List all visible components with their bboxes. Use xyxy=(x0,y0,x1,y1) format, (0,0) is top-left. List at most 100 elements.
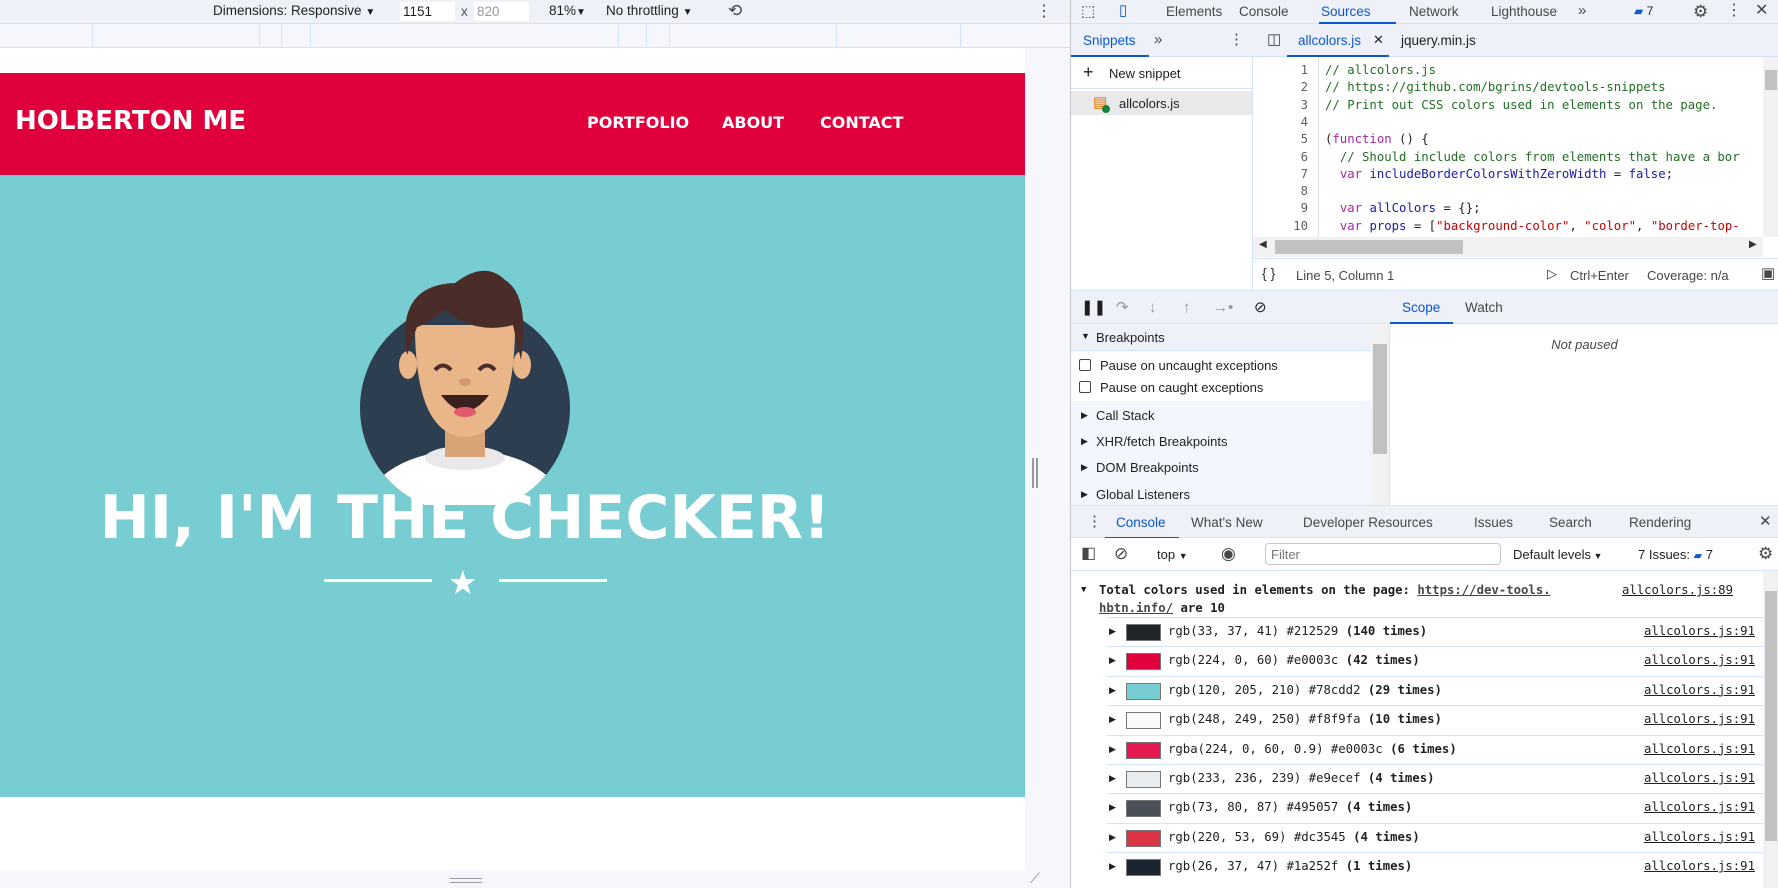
tab-console[interactable]: Console xyxy=(1239,0,1289,23)
vertical-scrollbar[interactable] xyxy=(1763,57,1778,237)
drawer-tab-developer-resources[interactable]: Developer Resources xyxy=(1303,511,1433,534)
nav-portfolio[interactable]: PORTFOLIO xyxy=(587,113,689,132)
group-source-link[interactable]: allcolors.js:89 xyxy=(1622,581,1733,599)
height-input[interactable]: 820 xyxy=(474,2,529,21)
expand-arrow-icon[interactable]: ▶ xyxy=(1109,655,1116,666)
drawer-tab-rendering[interactable]: Rendering xyxy=(1629,511,1691,534)
inspect-element-icon[interactable]: ⬚ xyxy=(1081,4,1095,19)
console-color-row[interactable]: ▶ rgb(33, 37, 41) #212529 (140 times) al… xyxy=(1107,617,1763,646)
console-color-row[interactable]: ▶ rgba(224, 0, 60, 0.9) #e0003c (6 times… xyxy=(1107,734,1763,764)
run-snippet-icon[interactable]: ▷ xyxy=(1547,267,1557,280)
close-drawer-icon[interactable]: ✕ xyxy=(1759,514,1772,529)
corner-resize-icon[interactable]: ⟋ xyxy=(1030,870,1040,887)
source-link[interactable]: allcolors.js:91 xyxy=(1644,683,1755,697)
resize-handle-bottom[interactable] xyxy=(450,878,482,883)
deactivate-breakpoints-icon[interactable]: ⊘ xyxy=(1254,300,1267,315)
line-number[interactable]: 1 xyxy=(1268,63,1308,77)
clear-console-icon[interactable]: ⊘ xyxy=(1114,545,1128,562)
line-number[interactable]: 6 xyxy=(1268,150,1308,164)
resize-bar-bottom[interactable]: ⟋ xyxy=(0,870,1070,888)
settings-gear-icon[interactable]: ⚙ xyxy=(1693,3,1708,20)
more-vert-icon[interactable]: ⋮ xyxy=(1087,514,1102,529)
expand-arrow-icon[interactable]: ▶ xyxy=(1109,626,1116,637)
expand-arrow-icon[interactable]: ▶ xyxy=(1109,685,1116,696)
tab-elements[interactable]: Elements xyxy=(1166,0,1222,23)
console-color-row[interactable]: ▶ rgb(233, 236, 239) #e9ecef (4 times) a… xyxy=(1107,764,1763,793)
console-sidebar-icon[interactable]: ◧ xyxy=(1081,546,1096,562)
step-over-icon[interactable]: ↷ xyxy=(1116,300,1129,315)
drawer-tab-console[interactable]: Console xyxy=(1116,511,1166,534)
device-toggle-icon[interactable]: ▯ xyxy=(1119,3,1127,18)
code-area[interactable]: 1 // allcolors.js 2 // https://github.com/b… xyxy=(1253,57,1763,237)
more-vert-icon[interactable]: ⋮ xyxy=(1229,32,1244,47)
console-color-row[interactable]: ▶ rgb(248, 249, 250) #f8f9fa (10 times) … xyxy=(1107,705,1763,734)
source-link[interactable]: allcolors.js:91 xyxy=(1644,653,1755,667)
close-devtools-icon[interactable]: ✕ xyxy=(1755,3,1768,19)
pretty-print-icon[interactable]: { } xyxy=(1262,266,1275,280)
console-color-row[interactable]: ▶ rgb(220, 53, 69) #dc3545 (4 times) all… xyxy=(1107,822,1763,852)
context-selector[interactable]: top ▼ xyxy=(1157,547,1188,562)
tab-scope[interactable]: Scope xyxy=(1402,296,1440,319)
console-color-row[interactable]: ▶ rgb(224, 0, 60) #e0003c (42 times) all… xyxy=(1107,646,1763,675)
line-number[interactable]: 5 xyxy=(1268,132,1308,146)
horizontal-scrollbar[interactable]: ◀ ▶ xyxy=(1253,237,1763,257)
source-link[interactable]: allcolors.js:91 xyxy=(1644,859,1755,873)
close-tab-icon[interactable]: ✕ xyxy=(1373,33,1384,46)
source-link[interactable]: allcolors.js:91 xyxy=(1644,712,1755,726)
line-number[interactable]: 8 xyxy=(1268,184,1308,198)
console-color-row[interactable]: ▶ rgb(120, 205, 210) #78cdd2 (29 times) … xyxy=(1107,675,1763,705)
toggle-navigator-icon[interactable]: ◫ xyxy=(1267,32,1281,47)
expand-arrow-icon[interactable]: ▶ xyxy=(1109,744,1116,755)
expand-arrow-icon[interactable]: ▶ xyxy=(1109,802,1116,813)
tab-network[interactable]: Network xyxy=(1409,0,1459,23)
line-number[interactable]: 10 xyxy=(1268,219,1308,233)
line-number[interactable]: 9 xyxy=(1268,201,1308,215)
expand-arrow-icon[interactable]: ▶ xyxy=(1109,714,1116,725)
nav-contact[interactable]: CONTACT xyxy=(820,113,903,132)
step-into-icon[interactable]: ↓ xyxy=(1149,300,1157,315)
drawer-tab-issues[interactable]: Issues xyxy=(1474,511,1513,534)
console-color-row[interactable]: ▶ rgb(73, 80, 87) #495057 (4 times) allc… xyxy=(1107,793,1763,822)
editor-tab-jquery[interactable]: jquery.min.js xyxy=(1401,29,1476,52)
line-number[interactable]: 3 xyxy=(1268,98,1308,112)
tab-watch[interactable]: Watch xyxy=(1465,296,1503,319)
width-input[interactable]: 1151 xyxy=(400,2,455,21)
source-link[interactable]: allcolors.js:91 xyxy=(1644,771,1755,785)
step-icon[interactable]: →• xyxy=(1213,300,1233,315)
more-vert-icon[interactable]: ⋮ xyxy=(1726,3,1742,19)
line-number[interactable]: 4 xyxy=(1268,115,1308,129)
source-link[interactable]: allcolors.js:91 xyxy=(1644,800,1755,814)
console-settings-icon[interactable]: ⚙ xyxy=(1758,545,1773,562)
dimensions-dropdown[interactable]: Dimensions: Responsive ▼ xyxy=(213,3,375,18)
editor-tab-allcolors[interactable]: allcolors.js xyxy=(1298,29,1361,52)
drawer-tab-whats-new[interactable]: What's New xyxy=(1191,511,1263,534)
pause-icon[interactable]: ❚❚ xyxy=(1081,300,1106,315)
console-filter-input[interactable] xyxy=(1265,543,1501,565)
line-number[interactable]: 7 xyxy=(1268,167,1308,181)
sidebar-scrollbar[interactable] xyxy=(1371,324,1389,505)
expand-arrow-icon[interactable]: ▶ xyxy=(1109,832,1116,843)
throttling-dropdown[interactable]: No throttling ▼ xyxy=(606,3,692,18)
tab-sources[interactable]: Sources xyxy=(1321,0,1371,23)
issues-link[interactable]: 7 Issues: ▰ 7 xyxy=(1638,547,1713,562)
tab-lighthouse[interactable]: Lighthouse xyxy=(1491,0,1557,23)
line-number[interactable]: 2 xyxy=(1268,80,1308,94)
expand-arrow-icon[interactable]: ▶ xyxy=(1109,861,1116,872)
more-vert-icon[interactable]: ⋮ xyxy=(1036,1,1052,21)
console-color-row[interactable]: ▶ rgb(26, 37, 47) #1a252f (1 times) allc… xyxy=(1107,852,1763,881)
tab-snippets[interactable]: Snippets xyxy=(1083,29,1136,52)
nav-about[interactable]: ABOUT xyxy=(722,113,784,132)
breakpoints-header[interactable]: ▼ Breakpoints xyxy=(1071,324,1371,351)
resize-handle-right[interactable] xyxy=(1032,458,1038,488)
zoom-dropdown[interactable]: 81%▼ xyxy=(549,3,586,18)
snippet-file-item[interactable]: ▤ allcolors.js xyxy=(1071,91,1252,115)
more-tabs-icon[interactable]: » xyxy=(1154,32,1162,47)
media-query-bar[interactable] xyxy=(0,24,1070,48)
source-link[interactable]: allcolors.js:91 xyxy=(1644,624,1755,638)
issues-badge[interactable]: ▰ 7 xyxy=(1634,5,1653,17)
source-link[interactable]: allcolors.js:91 xyxy=(1644,830,1755,844)
drawer-tab-search[interactable]: Search xyxy=(1549,511,1592,534)
log-levels-dropdown[interactable]: Default levels ▼ xyxy=(1513,547,1602,562)
source-link[interactable]: allcolors.js:91 xyxy=(1644,742,1755,756)
toggle-drawer-icon[interactable]: ▣ xyxy=(1761,266,1775,281)
